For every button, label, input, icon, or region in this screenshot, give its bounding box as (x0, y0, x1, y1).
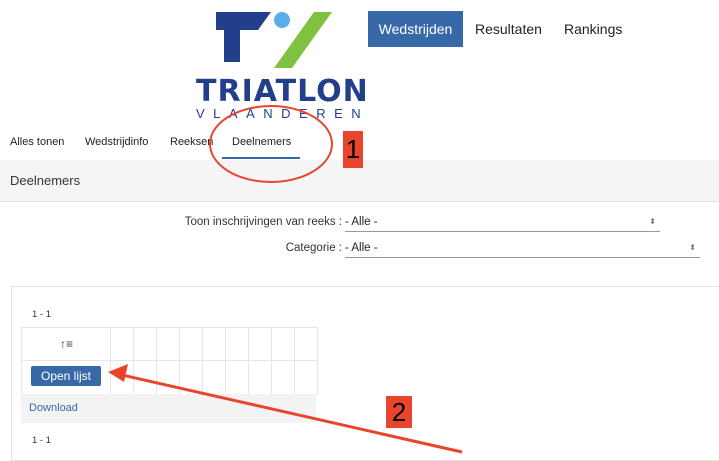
sort-icon[interactable]: ↑≡ (60, 337, 73, 351)
nav-rankings[interactable]: Rankings (564, 11, 622, 47)
select-caret-icon: ⬍ (649, 217, 656, 226)
tab-deelnemers[interactable]: Deelnemers (232, 136, 291, 148)
open-lijst-button[interactable]: Open lijst (31, 366, 101, 386)
nav-resultaten[interactable]: Resultaten (475, 11, 542, 47)
nav-wedstrijden[interactable]: Wedstrijden (368, 11, 463, 47)
logo-wordmark: TRIATLON (196, 74, 369, 109)
categorie-select-value: - Alle - (345, 242, 378, 254)
reeks-select[interactable]: - Alle - ⬍ (345, 213, 660, 232)
reeks-filter-label: Toon inschrijvingen van reeks : (184, 216, 342, 228)
pager-count-top: 1 - 1 (32, 309, 52, 320)
categorie-select[interactable]: - Alle - ⬍ (345, 239, 700, 258)
reeks-select-value: - Alle - (345, 216, 378, 228)
logo-mark-icon (216, 12, 332, 68)
logo-subtitle: VLAANDEREN (196, 106, 370, 121)
categorie-filter-label: Categorie : (285, 242, 342, 254)
annotation-label-2: 2 (386, 396, 412, 428)
annotation-label-1: 1 (343, 131, 363, 168)
select-caret-icon: ⬍ (689, 243, 696, 252)
tab-wedstrijdinfo[interactable]: Wedstrijdinfo (85, 136, 148, 148)
download-link[interactable]: Download (29, 402, 78, 414)
tab-reeksen[interactable]: Reeksen (170, 136, 213, 148)
pager-count-bottom: 1 - 1 (32, 435, 52, 446)
active-tab-indicator (222, 157, 300, 159)
tab-alles-tonen[interactable]: Alles tonen (10, 136, 64, 148)
triatlon-vlaanderen-logo[interactable]: TRIATLON VLAANDEREN (196, 10, 369, 121)
panel-title: Deelnemers (10, 173, 81, 188)
